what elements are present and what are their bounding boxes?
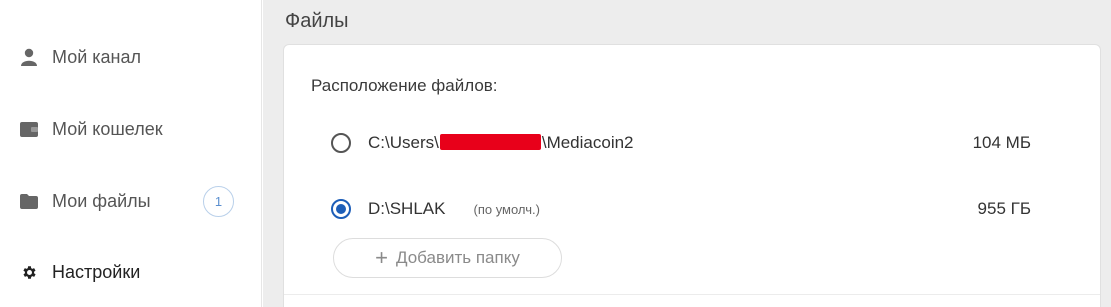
add-folder-label: Добавить папку: [396, 248, 520, 267]
app-window: Мой канал Мой кошелек Мои файлы 1 Настро…: [0, 0, 1111, 307]
sidebar-item-settings[interactable]: Настройки: [0, 254, 262, 290]
main-content: Файлы Расположение файлов: C:\Users\ \Med…: [263, 0, 1111, 307]
sidebar-item-my-wallet[interactable]: Мой кошелек: [0, 111, 262, 147]
files-settings-card: Расположение файлов: C:\Users\ \Mediacoin…: [283, 44, 1101, 307]
location-size: 955 ГБ: [977, 199, 1031, 218]
location-path: C:\Users\ \Mediacoin2: [368, 133, 634, 152]
files-count-badge: 1: [203, 186, 234, 217]
sidebar-item-label: Мой канал: [52, 46, 141, 67]
divider: [284, 294, 1100, 295]
sidebar-item-my-channel[interactable]: Мой канал: [0, 39, 262, 75]
location-size: 104 МБ: [972, 133, 1031, 152]
radio-unchecked[interactable]: [331, 133, 351, 153]
location-path: D:\SHLAK: [368, 199, 446, 218]
sidebar-item-label: Мой кошелек: [52, 118, 163, 139]
sidebar-item-label: Мои файлы: [52, 190, 151, 211]
redaction-mark: [439, 134, 541, 150]
add-folder-button[interactable]: + Добавить папку: [333, 238, 562, 278]
sidebar: Мой канал Мой кошелек Мои файлы 1 Настро…: [0, 0, 262, 307]
radio-checked[interactable]: [331, 199, 351, 219]
user-icon: [19, 48, 39, 66]
location-option-d[interactable]: D:\SHLAK (по умолч.) 955 ГБ: [331, 194, 1031, 224]
wallet-icon: [19, 120, 39, 138]
locations-label: Расположение файлов:: [311, 76, 498, 95]
sidebar-item-my-files[interactable]: Мои файлы 1: [0, 183, 262, 219]
page-title: Файлы: [285, 10, 349, 32]
folder-icon: [19, 192, 39, 210]
gear-icon: [19, 263, 39, 281]
default-tag: (по умолч.): [473, 201, 540, 217]
plus-icon: +: [375, 245, 388, 270]
location-option-c[interactable]: C:\Users\ \Mediacoin2 104 МБ: [331, 128, 1031, 158]
sidebar-item-label: Настройки: [52, 261, 141, 282]
